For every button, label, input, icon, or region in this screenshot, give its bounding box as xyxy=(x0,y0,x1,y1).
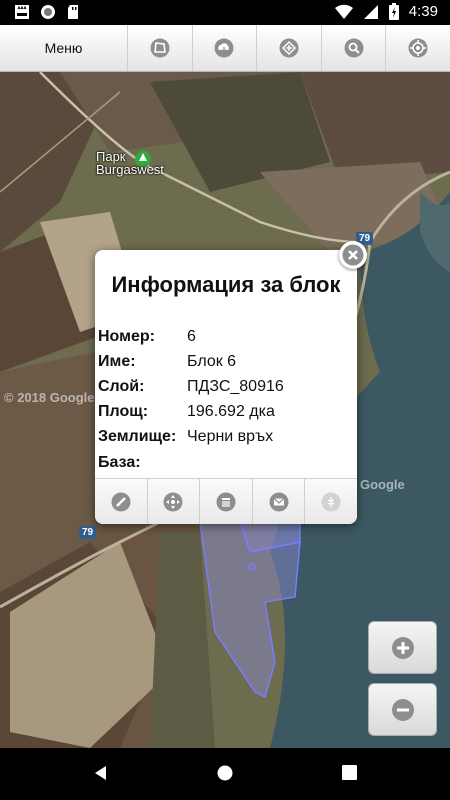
status-bar: 4:39 xyxy=(0,0,450,25)
edit-button[interactable] xyxy=(95,479,148,524)
gps-target-icon xyxy=(408,38,428,58)
info-key: Номер: xyxy=(98,328,155,345)
info-key: Землище: xyxy=(98,428,177,445)
minus-icon xyxy=(391,698,414,721)
back-icon[interactable] xyxy=(93,765,109,781)
wifi-icon xyxy=(334,4,353,19)
map-watermark: © 2018 Google xyxy=(4,390,95,405)
info-key: Слой: xyxy=(98,378,145,395)
polygon-icon xyxy=(150,38,170,58)
info-value: Черни връх xyxy=(187,428,274,445)
close-popup-button[interactable] xyxy=(339,241,367,269)
poi-label: Парк Burgaswest xyxy=(96,150,164,176)
search-button[interactable] xyxy=(322,25,387,71)
zoom-in-button[interactable] xyxy=(368,621,437,674)
draw-polygon-button[interactable] xyxy=(128,25,193,71)
info-row-base: База: xyxy=(98,454,187,472)
info-row-area: Площ: 196.692 дка xyxy=(98,403,275,421)
cloud-download-icon xyxy=(214,38,234,58)
recents-icon[interactable] xyxy=(342,765,357,780)
info-row-land: Землище: Черни връх xyxy=(98,428,273,446)
edit-icon xyxy=(111,492,131,511)
plus-icon xyxy=(391,636,414,659)
crop-icon xyxy=(321,492,341,511)
info-value: Блок 6 xyxy=(187,353,237,370)
road-shield: 79 xyxy=(79,526,97,539)
circle-app-icon xyxy=(41,5,55,19)
info-key: Площ: xyxy=(98,403,149,420)
mail-button[interactable] xyxy=(253,479,306,524)
poi-label-line2: Burgaswest xyxy=(96,162,164,177)
system-nav-bar xyxy=(0,748,450,800)
info-value: 6 xyxy=(187,328,196,345)
locate-button[interactable] xyxy=(386,25,450,71)
signal-icon xyxy=(363,4,378,19)
google-logo: Google xyxy=(360,477,405,492)
popup-action-bar xyxy=(95,478,357,524)
close-icon xyxy=(342,244,364,266)
download-button[interactable] xyxy=(193,25,258,71)
info-key: Име: xyxy=(98,353,136,370)
delete-button[interactable] xyxy=(200,479,253,524)
info-key: База: xyxy=(98,454,141,471)
move-button[interactable] xyxy=(148,479,201,524)
info-row-number: Номер: 6 xyxy=(98,328,196,346)
info-value: ПДЗС_80916 xyxy=(187,378,284,395)
notification-app-icon xyxy=(15,5,29,19)
mail-icon xyxy=(269,492,289,511)
block-info-popup: Информация за блок Номер: 6 Име: Блок 6 … xyxy=(95,250,357,524)
crop-button[interactable] xyxy=(305,479,357,524)
popup-title: Информация за блок xyxy=(111,272,341,297)
top-toolbar: Меню xyxy=(0,25,450,72)
menu-button[interactable]: Меню xyxy=(0,25,128,71)
zoom-out-button[interactable] xyxy=(368,683,437,736)
clock: 4:39 xyxy=(408,3,438,20)
sd-card-icon xyxy=(68,5,78,19)
battery-icon xyxy=(388,3,399,20)
layers-button[interactable] xyxy=(257,25,322,71)
delete-icon xyxy=(216,492,236,511)
home-icon[interactable] xyxy=(217,765,233,781)
move-icon xyxy=(163,492,183,511)
layers-icon xyxy=(279,38,299,58)
search-icon xyxy=(344,38,364,58)
info-row-layer: Слой: ПДЗС_80916 xyxy=(98,378,284,396)
info-row-name: Име: Блок 6 xyxy=(98,353,236,371)
info-value: 196.692 дка xyxy=(187,403,275,420)
